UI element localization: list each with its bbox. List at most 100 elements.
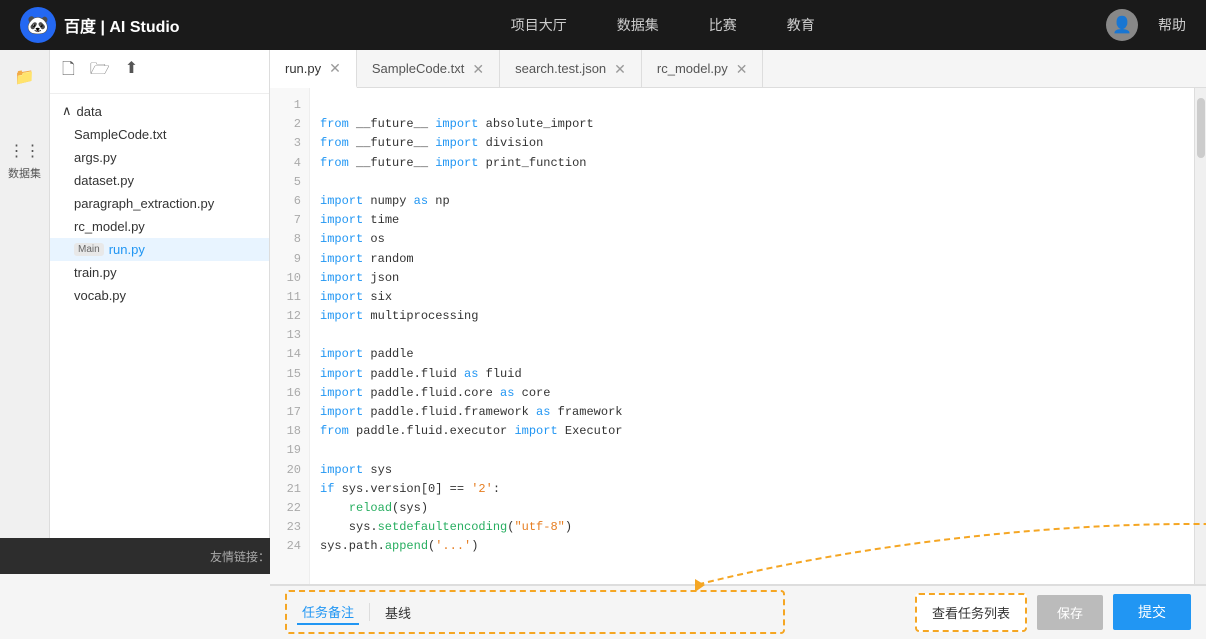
tab-label: rc_model.py (657, 61, 728, 76)
tab-close-icon[interactable]: ✕ (736, 62, 748, 76)
tree-file-runpy[interactable]: Main run.py (50, 238, 269, 261)
nav-logo: 🐼 百度 | AI Studio (20, 7, 180, 43)
folder-chevron-icon: ∧ (62, 103, 72, 119)
line-num: 6 (270, 192, 309, 211)
bottom-section: 任务备注 基线 查看任务列表 保存 提交 (270, 584, 1206, 639)
tree-file-name: args.py (74, 150, 117, 165)
line-num: 8 (270, 230, 309, 249)
line-num: 7 (270, 211, 309, 230)
sidebar-item-datasets[interactable]: ⋮⋮ 数据集 (3, 134, 46, 186)
nav-link-education[interactable]: 教育 (787, 15, 815, 35)
file-tree-content: ∧ data SampleCode.txt args.py dataset.py… (50, 94, 269, 538)
tab-close-icon[interactable]: ✕ (472, 62, 484, 76)
line-num: 17 (270, 403, 309, 422)
line-num: 14 (270, 345, 309, 364)
tab-close-icon[interactable]: ✕ (329, 61, 341, 75)
code-content[interactable]: from __future__ import absolute_import f… (310, 88, 1194, 584)
grid-icon: ⋮⋮ (13, 139, 37, 163)
submit-button[interactable]: 提交 (1113, 594, 1191, 630)
tree-file-name: SampleCode.txt (74, 127, 167, 142)
editor-area: run.py ✕ SampleCode.txt ✕ search.test.js… (270, 50, 1206, 584)
line-num: 13 (270, 326, 309, 345)
tree-file-train[interactable]: train.py (50, 261, 269, 284)
line-num: 4 (270, 154, 309, 173)
line-num: 20 (270, 461, 309, 480)
tab-label: SampleCode.txt (372, 61, 465, 76)
new-folder-icon[interactable]: 🗁 (90, 58, 110, 85)
line-num: 10 (270, 269, 309, 288)
tree-file-dataset[interactable]: dataset.py (50, 169, 269, 192)
line-numbers: 1 2 3 4 5 6 7 8 9 10 11 12 13 14 15 16 1 (270, 88, 310, 584)
file-tree-toolbar: 🗋 🗁 ⬆ (50, 50, 269, 94)
sidebar-datasets-label: 数据集 (8, 165, 41, 181)
nav-link-projects[interactable]: 项目大厅 (511, 15, 567, 35)
save-button[interactable]: 保存 (1037, 595, 1103, 630)
tree-file-args[interactable]: args.py (50, 146, 269, 169)
tree-file-name: run.py (109, 242, 145, 257)
main-badge: Main (74, 243, 104, 256)
line-num: 5 (270, 173, 309, 192)
task-input-area: 任务备注 基线 (285, 590, 785, 634)
tree-file-name: rc_model.py (74, 219, 145, 234)
logo-text: 百度 | AI Studio (64, 13, 180, 37)
main-layout: 📁 ⋮⋮ 数据集 🗋 🗁 ⬆ ∧ data SampleCode.txt arg… (0, 50, 1206, 538)
bottom-bar: 任务备注 基线 查看任务列表 保存 提交 (270, 584, 1206, 639)
editor-outer: run.py ✕ SampleCode.txt ✕ search.test.js… (270, 50, 1206, 538)
tree-file-paragraph[interactable]: paragraph_extraction.py (50, 192, 269, 215)
tree-file-name: dataset.py (74, 173, 134, 188)
tab-runpy[interactable]: run.py ✕ (270, 50, 357, 88)
baseline-tab[interactable]: 基线 (380, 601, 416, 624)
footer-prefix: 友情链接： (210, 548, 270, 565)
tab-label: run.py (285, 61, 321, 76)
line-num: 2 (270, 115, 309, 134)
user-avatar[interactable]: 👤 (1106, 9, 1138, 41)
editor-tabs: run.py ✕ SampleCode.txt ✕ search.test.js… (270, 50, 1206, 88)
scrollbar-thumb[interactable] (1197, 98, 1205, 158)
task-note-tab[interactable]: 任务备注 (297, 600, 359, 625)
tree-file-name: paragraph_extraction.py (74, 196, 214, 211)
folder-icon: 📁 (13, 65, 37, 89)
sidebar-item-files[interactable]: 📁 (8, 60, 42, 94)
tree-file-rcmodel[interactable]: rc_model.py (50, 215, 269, 238)
nav-right: 👤 帮助 (1106, 9, 1186, 41)
tree-file-name: vocab.py (74, 288, 126, 303)
tree-file-samplecode[interactable]: SampleCode.txt (50, 123, 269, 146)
vertical-scrollbar[interactable] (1194, 88, 1206, 584)
line-num: 18 (270, 422, 309, 441)
upload-icon[interactable]: ⬆ (125, 58, 138, 85)
line-num: 23 (270, 518, 309, 537)
tree-folder-label: data (77, 104, 102, 119)
tab-searchtest[interactable]: search.test.json ✕ (500, 50, 642, 87)
tab-close-icon[interactable]: ✕ (614, 62, 626, 76)
line-num: 11 (270, 288, 309, 307)
help-link[interactable]: 帮助 (1158, 15, 1186, 35)
line-num: 16 (270, 384, 309, 403)
nav-link-competition[interactable]: 比赛 (709, 15, 737, 35)
line-num: 15 (270, 365, 309, 384)
nav-link-datasets[interactable]: 数据集 (617, 15, 659, 35)
code-editor: 1 2 3 4 5 6 7 8 9 10 11 12 13 14 15 16 1 (270, 88, 1206, 584)
line-num: 12 (270, 307, 309, 326)
tab-divider (369, 603, 370, 621)
new-file-icon[interactable]: 🗋 (62, 58, 75, 85)
line-num: 1 (270, 96, 309, 115)
tab-rcmodel[interactable]: rc_model.py ✕ (642, 50, 764, 87)
tab-samplecode[interactable]: SampleCode.txt ✕ (357, 50, 500, 87)
tree-folder-data[interactable]: ∧ data (50, 99, 269, 123)
tree-file-name: train.py (74, 265, 117, 280)
task-text-input[interactable] (426, 605, 773, 620)
view-tasks-button[interactable]: 查看任务列表 (915, 593, 1027, 632)
sidebar-icons: 📁 ⋮⋮ 数据集 (0, 50, 50, 538)
top-nav: 🐼 百度 | AI Studio 项目大厅 数据集 比赛 教育 👤 帮助 (0, 0, 1206, 50)
line-num: 22 (270, 499, 309, 518)
line-num: 3 (270, 134, 309, 153)
tree-file-vocab[interactable]: vocab.py (50, 284, 269, 307)
nav-links: 项目大厅 数据集 比赛 教育 (220, 15, 1106, 35)
right-actions: 查看任务列表 保存 提交 (915, 593, 1191, 632)
file-tree: 🗋 🗁 ⬆ ∧ data SampleCode.txt args.py data… (50, 50, 270, 538)
line-num: 24 (270, 537, 309, 556)
line-num: 19 (270, 441, 309, 460)
baidu-logo-icon: 🐼 (20, 7, 56, 43)
line-num: 9 (270, 250, 309, 269)
line-num: 21 (270, 480, 309, 499)
